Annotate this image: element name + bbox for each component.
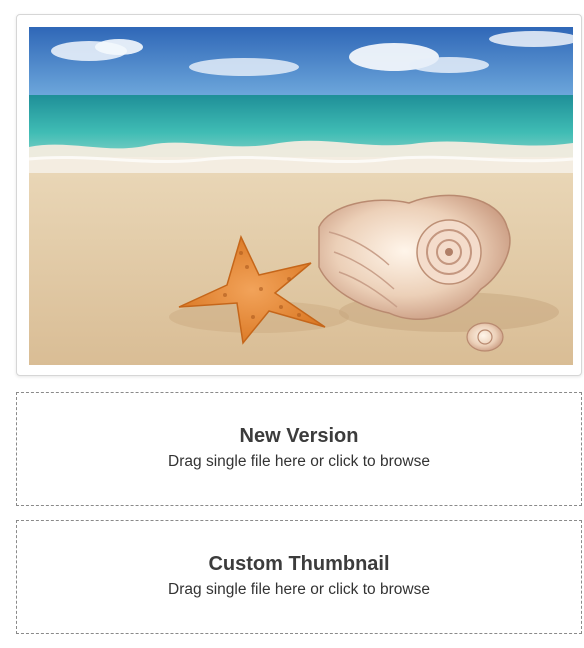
custom-thumbnail-title: Custom Thumbnail [208, 553, 390, 575]
new-version-subtitle: Drag single file here or click to browse [168, 453, 430, 470]
preview-image[interactable] [29, 27, 573, 365]
custom-thumbnail-subtitle: Drag single file here or click to browse [168, 581, 430, 598]
custom-thumbnail-dropzone-content: Custom Thumbnail Drag single file here o… [17, 552, 581, 600]
new-version-title: New Version [239, 425, 359, 447]
file-details-panel: New Version Drag single file here or cli… [0, 0, 584, 648]
new-version-dropzone[interactable]: New Version Drag single file here or cli… [16, 392, 582, 506]
custom-thumbnail-dropzone[interactable]: Custom Thumbnail Drag single file here o… [16, 520, 582, 634]
new-version-dropzone-content: New Version Drag single file here or cli… [17, 424, 581, 472]
preview-card [16, 14, 582, 376]
